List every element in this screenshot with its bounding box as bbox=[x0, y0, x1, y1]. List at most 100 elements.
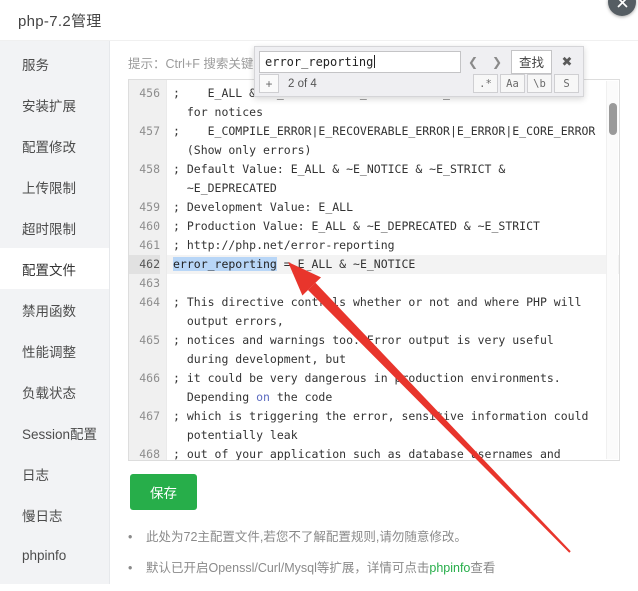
code-line[interactable]: ; out of your application such as databa… bbox=[173, 445, 619, 460]
line-number bbox=[129, 179, 160, 198]
sidebar: 服务 安装扩展 配置修改 上传限制 超时限制 配置文件 禁用函数 性能调整 负载… bbox=[0, 41, 110, 584]
sidebar-item-session-config[interactable]: Session配置 bbox=[0, 412, 109, 453]
code-text: output errors, bbox=[173, 314, 284, 328]
code-line[interactable]: ; E_COMPILE_ERROR|E_RECOVERABLE_ERROR|E_… bbox=[173, 122, 619, 141]
chevron-left-icon[interactable]: ❮ bbox=[461, 51, 485, 73]
main-panel: 提示：Ctrl+F 搜索关键字，Ctrl+S 保存，Ctrl+H 查找替换! 4… bbox=[110, 41, 638, 584]
line-number: 457 bbox=[139, 124, 160, 138]
line-number: 459 bbox=[139, 200, 160, 214]
code-line[interactable] bbox=[173, 274, 619, 293]
code-line[interactable]: ~E_DEPRECATED bbox=[173, 179, 619, 198]
find-widget-row-secondary: + 2 of 4 .* Aa \b S bbox=[255, 74, 583, 96]
code-text: ; This directive controls whether or not… bbox=[173, 295, 582, 309]
find-widget[interactable]: error_reporting ❮ ❯ 查找 ✖ + 2 of 4 .* Aa … bbox=[254, 46, 584, 97]
sidebar-item-slow-log[interactable]: 慢日志 bbox=[0, 494, 109, 535]
code-keyword: on bbox=[256, 390, 270, 404]
sidebar-item-label: phpinfo bbox=[22, 548, 67, 563]
line-number: 466 bbox=[139, 371, 160, 385]
code-line[interactable]: ; Default Value: E_ALL & ~E_NOTICE & ~E_… bbox=[173, 160, 619, 179]
save-button[interactable]: 保存 bbox=[130, 474, 197, 510]
bullet-icon: • bbox=[128, 530, 133, 544]
sidebar-item-label: 日志 bbox=[22, 467, 49, 483]
search-input[interactable]: error_reporting bbox=[259, 50, 461, 73]
line-number bbox=[129, 388, 160, 407]
sidebar-item-load-status[interactable]: 负载状态 bbox=[0, 371, 109, 412]
search-scope-toggle[interactable]: S bbox=[554, 74, 579, 93]
editor-surface[interactable]: 456 457 458 459 460 461 462 463 464 465 466 467 468 … bbox=[129, 80, 619, 460]
sidebar-item-label: 配置文件 bbox=[22, 262, 76, 278]
chevron-right-icon[interactable]: ❯ bbox=[485, 51, 509, 73]
find-button[interactable]: 查找 bbox=[510, 49, 552, 74]
regex-toggle[interactable]: .* bbox=[473, 74, 498, 93]
code-text: ; Default Value: E_ALL & ~E_NOTICE & ~E_… bbox=[173, 162, 506, 176]
note-text: 此处为72主配置文件,若您不了解配置规则,请勿随意修改。 bbox=[146, 530, 467, 544]
search-match-highlight: error_reporting bbox=[173, 257, 277, 271]
code-line[interactable]: for notices bbox=[173, 103, 619, 122]
code-line[interactable]: ; This directive controls whether or not… bbox=[173, 293, 619, 312]
config-file-editor[interactable]: 456 457 458 459 460 461 462 463 464 465 466 467 468 … bbox=[128, 79, 620, 461]
expand-replace-button[interactable]: + bbox=[259, 74, 279, 93]
sidebar-item-performance[interactable]: 性能调整 bbox=[0, 330, 109, 371]
sidebar-item-timeout-limit[interactable]: 超时限制 bbox=[0, 207, 109, 248]
line-number bbox=[129, 141, 160, 160]
code-text: for notices bbox=[173, 105, 264, 119]
sidebar-item-install-ext[interactable]: 安装扩展 bbox=[0, 84, 109, 125]
code-line[interactable]: (Show only errors) bbox=[173, 141, 619, 160]
sidebar-item-config-edit[interactable]: 配置修改 bbox=[0, 125, 109, 166]
note-text-post: 查看 bbox=[470, 560, 496, 575]
notes-list: • 此处为72主配置文件,若您不了解配置规则,请勿随意修改。 • 默认已开启Op… bbox=[128, 529, 624, 591]
code-line[interactable]: during development, but bbox=[173, 350, 619, 369]
code-line[interactable]: ; it could be very dangerous in producti… bbox=[173, 369, 619, 388]
text-caret bbox=[374, 55, 376, 68]
line-number: 468 bbox=[139, 447, 160, 461]
line-number: 460 bbox=[139, 219, 160, 233]
sidebar-item-upload-limit[interactable]: 上传限制 bbox=[0, 166, 109, 207]
editor-code-area[interactable]: ; E_ALL & ~E_NOTICE & ~E_STRICT & ~E_DEP… bbox=[167, 80, 619, 460]
match-count: 2 of 4 bbox=[288, 77, 317, 90]
code-line[interactable]: error_reporting = E_ALL & ~E_NOTICE bbox=[167, 255, 619, 274]
sidebar-item-label: Session配置 bbox=[22, 426, 98, 442]
sidebar-item-label: 配置修改 bbox=[22, 139, 76, 155]
code-text: ; it could be very dangerous in producti… bbox=[173, 371, 561, 385]
sidebar-item-log[interactable]: 日志 bbox=[0, 453, 109, 494]
sidebar-item-label: 慢日志 bbox=[22, 508, 63, 524]
whole-word-toggle[interactable]: \b bbox=[527, 74, 552, 93]
code-line[interactable]: Depending on the code bbox=[173, 388, 619, 407]
code-line[interactable]: ; http://php.net/error-reporting bbox=[173, 236, 619, 255]
line-number: 467 bbox=[139, 409, 160, 423]
code-text: the code bbox=[269, 390, 333, 404]
code-line[interactable]: ; notices and warnings too. Error output… bbox=[173, 331, 619, 350]
line-number: 458 bbox=[139, 162, 160, 176]
code-text: ; out of your application such as databa… bbox=[173, 447, 561, 460]
sidebar-item-service[interactable]: 服务 bbox=[0, 43, 109, 84]
phpinfo-link[interactable]: phpinfo bbox=[429, 561, 470, 575]
match-case-toggle[interactable]: Aa bbox=[500, 74, 525, 93]
code-line[interactable]: ; which is triggering the error, sensiti… bbox=[173, 407, 619, 426]
sidebar-item-disabled-functions[interactable]: 禁用函数 bbox=[0, 289, 109, 330]
close-find-icon[interactable]: ✖ bbox=[555, 51, 579, 73]
search-input-value: error_reporting bbox=[265, 54, 374, 69]
editor-scrollbar[interactable] bbox=[606, 81, 618, 459]
window-titlebar: php-7.2管理 bbox=[0, 0, 638, 41]
sidebar-item-config-file[interactable]: 配置文件 bbox=[0, 248, 109, 289]
php-manager-window: php-7.2管理 服务 安装扩展 配置修改 上传限制 超时限制 配置文件 禁用… bbox=[0, 0, 638, 584]
code-line[interactable]: output errors, bbox=[173, 312, 619, 331]
code-line[interactable]: potentially leak bbox=[173, 426, 619, 445]
note-text-pre: 默认已开启Openssl/Curl/Mysql等扩展，详情可点击 bbox=[146, 560, 430, 575]
note-text: 默认已开启Openssl/Curl/Mysql等扩展，详情可点击phpinfo查… bbox=[146, 560, 495, 577]
sidebar-item-label: 性能调整 bbox=[22, 344, 76, 360]
line-number: 456 bbox=[139, 86, 160, 100]
code-text: during development, but bbox=[173, 352, 347, 366]
find-options: .* Aa \b S bbox=[473, 74, 579, 93]
code-line[interactable]: ; Production Value: E_ALL & ~E_DEPRECATE… bbox=[173, 217, 619, 236]
code-text: ; http://php.net/error-reporting bbox=[173, 238, 395, 252]
editor-scrollbar-thumb[interactable] bbox=[609, 103, 617, 135]
find-widget-row-primary: error_reporting ❮ ❯ 查找 ✖ bbox=[255, 47, 583, 74]
sidebar-item-phpinfo[interactable]: phpinfo bbox=[0, 535, 109, 576]
sidebar-item-label: 禁用函数 bbox=[22, 303, 76, 319]
line-number bbox=[129, 426, 160, 445]
sidebar-item-label: 超时限制 bbox=[22, 221, 76, 237]
sidebar-item-label: 上传限制 bbox=[22, 180, 76, 196]
code-line[interactable]: ; Development Value: E_ALL bbox=[173, 198, 619, 217]
code-text: ; notices and warnings too. Error output… bbox=[173, 333, 554, 347]
